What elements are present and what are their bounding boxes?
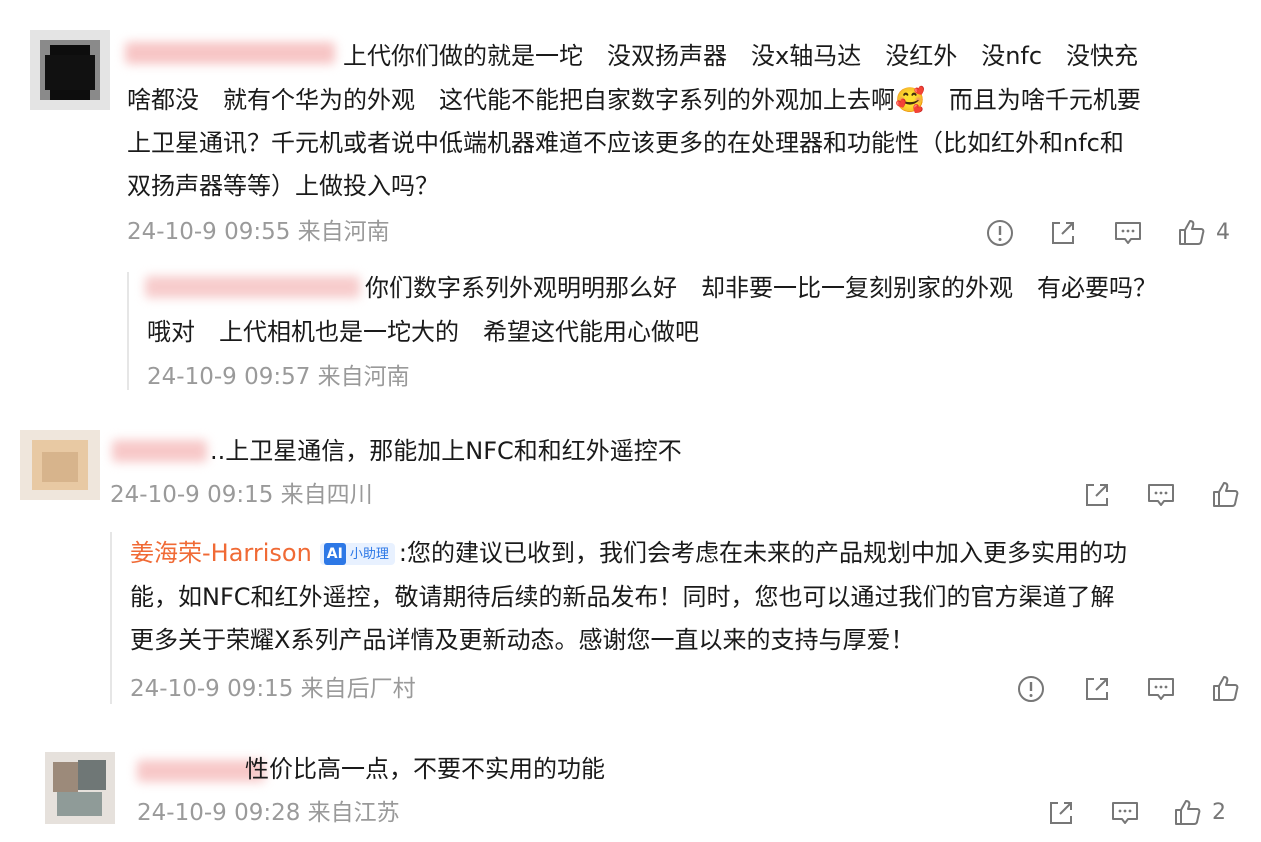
reply-thread-line — [127, 272, 129, 390]
comment-text-line: 双扬声器等等）上做投入吗？ — [127, 172, 439, 200]
reply-text-line: 更多关于荣耀X系列产品详情及更新动态。感谢您一直以来的支持与厚爱！ — [130, 626, 915, 654]
like-icon[interactable] — [1172, 798, 1202, 828]
comment-text-line: 啥都没 就有个华为的外观 这代能不能把自家数字系列的外观加上去啊🥰 而且为啥千元… — [127, 86, 1141, 114]
avatar[interactable] — [20, 430, 100, 500]
ai-assistant-badge: AI 小助理 — [319, 543, 395, 565]
comment-icon[interactable] — [1110, 798, 1140, 828]
reply-meta: 24-10-9 09:15 来自后厂村 — [130, 676, 416, 702]
comment-meta: 24-10-9 09:55 来自河南 — [127, 219, 390, 245]
comment-text-line: 上代你们做的就是一坨 没双扬声器 没x轴马达 没红外 没nfc 没快充 — [343, 42, 1139, 70]
ai-badge-mark: AI — [323, 543, 346, 565]
share-icon[interactable] — [1048, 218, 1078, 248]
reply-text-line: :您的建议已收到，我们会考虑在未来的产品规划中加入更多实用的功 — [398, 539, 1127, 567]
comment-text: ..上卫星通信，那能加上NFC和和红外遥控不 — [210, 437, 682, 465]
comment-icon[interactable] — [1146, 674, 1176, 704]
comment-meta: 24-10-9 09:28 来自江苏 — [137, 800, 400, 826]
like-icon[interactable] — [1176, 218, 1206, 248]
comment-text-line: 上卫星通讯？千元机或者说中低端机器难道不应该更多的在处理器和功能性（比如红外和n… — [127, 129, 1124, 157]
like-count: 4 — [1216, 220, 1230, 245]
comment-icon[interactable] — [1113, 218, 1143, 248]
reply-line-first: 姜海荣-Harrison AI 小助理:您的建议已收到，我们会考虑在未来的产品规划中… — [130, 532, 1127, 575]
reply-text-line: 能，如NFC和红外遥控，敬请期待后续的新品发布！同时，您也可以通过我们的官方渠道… — [130, 583, 1115, 611]
like-count: 2 — [1212, 800, 1226, 825]
avatar[interactable] — [45, 752, 115, 824]
reply-text-line: 哦对 上代相机也是一坨大的 希望这代能用心做吧 — [147, 318, 699, 346]
reply-thread-line — [110, 532, 112, 704]
report-icon[interactable] — [985, 218, 1015, 248]
reply-author[interactable]: 姜海荣-Harrison — [130, 539, 312, 567]
like-icon[interactable] — [1210, 480, 1240, 510]
username-redacted — [125, 42, 335, 64]
reply-text-line: 你们数字系列外观明明那么好 却非要一比一复刻别家的外观 有必要吗？ — [365, 274, 1157, 302]
share-icon[interactable] — [1082, 674, 1112, 704]
comment-icon[interactable] — [1146, 480, 1176, 510]
ai-badge-label: 小助理 — [349, 547, 389, 562]
username-redacted — [112, 440, 207, 462]
comment-meta: 24-10-9 09:15 来自四川 — [110, 482, 373, 508]
avatar[interactable] — [30, 30, 110, 110]
comment-text: 性价比高一点，不要不实用的功能 — [245, 755, 605, 783]
share-icon[interactable] — [1082, 480, 1112, 510]
share-icon[interactable] — [1046, 798, 1076, 828]
reply-meta: 24-10-9 09:57 来自河南 — [147, 364, 410, 390]
like-icon[interactable] — [1210, 674, 1240, 704]
report-icon[interactable] — [1016, 674, 1046, 704]
username-redacted — [145, 276, 360, 298]
